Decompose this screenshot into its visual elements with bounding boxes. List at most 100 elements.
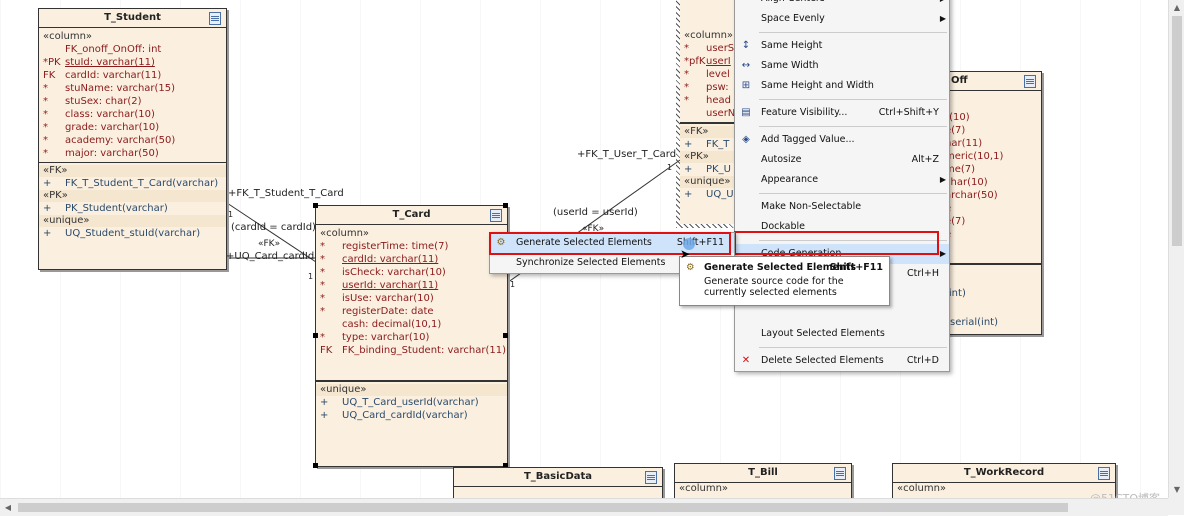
operation-row[interactable]: + FK_T	[684, 138, 734, 151]
column-row[interactable]: * major: varchar(50)	[43, 147, 222, 160]
row-marker: *PK	[43, 57, 61, 68]
row-marker: *	[43, 122, 48, 133]
row-marker: *	[320, 254, 325, 265]
table-t-workrecord[interactable]: T_WorkRecord «column»	[892, 463, 1116, 498]
table-icon	[1098, 467, 1110, 480]
column-row[interactable]: * class: varchar(10)	[43, 108, 222, 121]
column-row[interactable]: * stuName: varchar(15)	[43, 82, 222, 95]
column-row[interactable]: * isCheck: varchar(10)	[320, 266, 503, 279]
column-row[interactable]: FK FK_binding_Student: varchar(11)	[320, 344, 506, 357]
horizontal-scrollbar[interactable]: ◀	[0, 498, 1168, 516]
table-t-bill[interactable]: T_Bill «column»	[674, 463, 852, 498]
column-row[interactable]: archar(50)	[945, 189, 1037, 202]
tooltip-title-row: ⚙ Generate Selected Elements Shift+F11	[680, 257, 889, 274]
scroll-down-icon[interactable]: ▼	[1169, 482, 1184, 498]
operation-row[interactable]: + UQ_Student_stuId(varchar)	[43, 227, 222, 240]
menu-item-layout-selected-elements[interactable]: Layout Selected Elements	[735, 324, 949, 344]
menu-item-align-centers[interactable]: Align Centers ▶	[735, 0, 949, 9]
column-row[interactable]: * registerDate: date	[320, 305, 503, 318]
operation-row[interactable]: _serial(int)	[945, 308, 1037, 337]
menu-item-same-width[interactable]: ↔ Same Width	[735, 56, 949, 76]
connector-role-label: +FK_T_User_T_Card	[577, 149, 677, 160]
column-row[interactable]: * psw:	[684, 81, 734, 94]
vertical-scrollbar[interactable]: ▲ ▼	[1168, 0, 1184, 498]
menu-item-appearance[interactable]: Appearance ▶	[735, 170, 949, 190]
operation-row[interactable]: + PK_Student(varchar)	[43, 202, 222, 215]
column-row[interactable]: r(10)	[945, 111, 1037, 124]
row-text: academy: varchar(50)	[65, 135, 176, 146]
row-marker: *	[43, 135, 48, 146]
column-row[interactable]: FK_onoff_OnOff: int	[43, 43, 222, 56]
operation-row[interactable]: + PK_U	[684, 163, 734, 176]
tooltip-description: Generate source code for the currently s…	[704, 276, 844, 298]
column-row[interactable]: e(7)	[945, 124, 1037, 137]
selection-handle[interactable]	[313, 203, 318, 208]
menu-item-add-tagged-value[interactable]: ◈ Add Tagged Value...	[735, 130, 949, 150]
column-row[interactable]: * userS	[684, 42, 734, 55]
column-row[interactable]: char(10)	[945, 176, 1037, 189]
column-row[interactable]: cash: decimal(10,1)	[320, 318, 503, 331]
row-text: PK_U	[706, 164, 731, 175]
operation-row[interactable]: + UQ_U	[684, 188, 734, 201]
column-row[interactable]: e	[945, 202, 1037, 215]
column-row[interactable]: *PK stuId: varchar(11)	[43, 56, 222, 69]
menu-item-label: Same Height and Width	[761, 80, 874, 91]
table-t-onoff[interactable]: Off r(10) e(7) har(11) meric(10,1) me(7) char…	[940, 71, 1042, 335]
menu-item-feature-visibility[interactable]: ▤ Feature Visibility... Ctrl+Shift+Y	[735, 103, 949, 123]
selection-handle[interactable]	[313, 333, 318, 338]
stereotype-unique: «unique»	[316, 384, 507, 396]
column-row[interactable]: *pfKuserI	[684, 55, 734, 68]
row-marker: *	[320, 332, 325, 343]
stereotype-unique: «unique»	[39, 215, 226, 227]
table-t-basicdata[interactable]: T_BasicData	[453, 467, 663, 498]
context-menu[interactable]: Align Centers ▶ Space Evenly ▶ ↕ Same Height ↔…	[734, 0, 950, 372]
operation-row[interactable]: + FK_T_Student_T_Card(varchar)	[43, 177, 222, 190]
table-t-user[interactable]: «column» * userS *pfKuserI * level * psw: * head…	[680, 0, 738, 224]
operation-row[interactable]: + UQ_Card_cardId(varchar)	[320, 409, 503, 422]
table-t-card[interactable]: T_Card «column» * registerTime: time(7) * c…	[315, 205, 508, 467]
row-text: PK_Student(varchar)	[65, 203, 168, 214]
column-row[interactable]: har(11)	[945, 137, 1037, 150]
selection-handle[interactable]	[313, 463, 318, 468]
column-row[interactable]: * registerTime: time(7)	[320, 240, 503, 253]
row-text: grade: varchar(10)	[65, 122, 160, 133]
column-row[interactable]: userN	[684, 107, 735, 120]
row-marker: *	[684, 82, 689, 93]
table-t-student[interactable]: T_Student «column» FK_onoff_OnOff: int *P…	[38, 8, 227, 270]
operation-row[interactable]: + UQ_T_Card_userId(varchar)	[320, 396, 503, 409]
menu-item-label: Autosize	[761, 154, 802, 165]
row-text: stuId: varchar(11)	[65, 57, 155, 68]
column-row[interactable]: meric(10,1)	[945, 150, 1037, 163]
column-row[interactable]: e	[945, 228, 1037, 241]
column-row[interactable]: * isUse: varchar(10)	[320, 292, 503, 305]
menu-item-hidden-item[interactable]	[735, 304, 949, 324]
column-row[interactable]: * type: varchar(10)	[320, 331, 503, 344]
column-row[interactable]: * cardId: varchar(11)	[320, 253, 503, 266]
row-text: userS	[706, 43, 735, 54]
column-row[interactable]: FK cardId: varchar(11)	[43, 69, 222, 82]
menu-item-space-evenly[interactable]: Space Evenly ▶	[735, 9, 949, 29]
scroll-thumb[interactable]	[1172, 16, 1182, 246]
column-row[interactable]: * grade: varchar(10)	[43, 121, 222, 134]
selection-handle[interactable]	[503, 333, 508, 338]
scroll-thumb[interactable]	[18, 503, 1068, 512]
menu-item-make-non-selectable[interactable]: Make Non-Selectable	[735, 197, 949, 217]
menu-item-same-height-and-width[interactable]: ⊞ Same Height and Width	[735, 76, 949, 96]
column-row[interactable]: e(7)	[945, 215, 1037, 228]
scroll-up-icon[interactable]: ▲	[1169, 0, 1184, 16]
menu-item-autosize[interactable]: Autosize Alt+Z	[735, 150, 949, 170]
operation-row[interactable]: (int)	[945, 279, 1037, 308]
column-row[interactable]: * head	[684, 94, 734, 107]
column-row[interactable]: * level	[684, 68, 734, 81]
column-row[interactable]: * stuSex: char(2)	[43, 95, 222, 108]
row-text: isCheck: varchar(10)	[342, 267, 446, 278]
menu-item-delete-selected-elements[interactable]: ✕ Delete Selected Elements Ctrl+D	[735, 351, 949, 371]
scroll-left-icon[interactable]: ◀	[0, 499, 16, 516]
column-row[interactable]: * academy: varchar(50)	[43, 134, 222, 147]
menu-item-same-height[interactable]: ↕ Same Height	[735, 36, 949, 56]
row-marker: +	[43, 228, 52, 239]
selection-handle[interactable]	[503, 203, 508, 208]
row-text: isUse: varchar(10)	[342, 293, 434, 304]
column-row[interactable]: * userId: varchar(11)	[320, 279, 503, 292]
column-row[interactable]: me(7)	[945, 163, 1037, 176]
